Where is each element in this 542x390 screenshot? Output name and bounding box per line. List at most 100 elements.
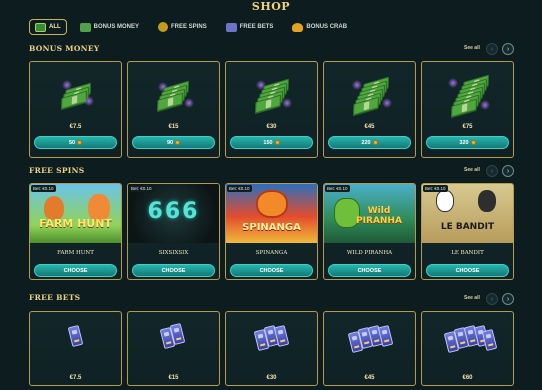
tab-all[interactable]: ALL [29,19,67,35]
next-arrow-button[interactable]: › [502,165,514,177]
chevron-right-icon: › [506,295,510,303]
free-spin-game-card[interactable]: 666 Bet: €0.10 SIXSIXSIX CHOOSE [127,183,220,280]
free-spin-game-card[interactable]: SPINANGA Bet: €0.10 SPINANGA CHOOSE [225,183,318,280]
game-name: FARM HUNT [57,250,94,256]
prev-arrow-button[interactable]: ‹ [486,293,498,305]
free-bet-card[interactable]: €15 [127,311,220,386]
price-label: €7.5 [69,124,82,130]
game-logo: 666 [147,199,200,224]
game-logo: SPINANGA [242,222,301,233]
price-label: €30 [266,124,277,130]
free-bet-card[interactable]: €30 [225,311,318,386]
choose-button[interactable]: CHOOSE [132,264,215,277]
cost-value: 220 [361,139,371,146]
money-stack-icon [250,76,294,114]
free-bet-card[interactable]: €60 [421,311,514,386]
price-label: €7.5 [69,375,82,381]
free-spin-game-card[interactable]: Wild PIRANHA Bet: €0.10 WILD PIRANHA CHO… [323,183,416,280]
price-label: €15 [168,124,179,130]
prev-arrow-button[interactable]: ‹ [486,165,498,177]
bonus-money-card[interactable]: €45 220 [323,61,416,158]
price-label: €30 [266,375,277,381]
money-stack-icon [348,76,392,116]
game-thumbnail-sixsixsix: 666 [128,184,219,243]
buy-button[interactable]: 90 [132,136,215,149]
bonus-money-cards: €7.5 50 €15 90 €30 150 €45 220 €75 320 [29,61,514,158]
buy-button[interactable]: 50 [34,136,117,149]
chevron-right-icon: › [506,167,510,175]
see-all-link[interactable]: See all [464,167,480,173]
bet-ticket-icon [225,22,237,32]
buy-button[interactable]: 320 [426,136,509,149]
next-arrow-button[interactable]: › [502,43,514,55]
bet-badge: Bet: €0.10 [31,185,56,192]
page-title: SHOP [251,0,291,13]
game-name: WILD PIRANHA [346,250,393,256]
free-spin-game-card[interactable]: FARM HUNT Bet: €0.10 FARM HUNT CHOOSE [29,183,122,280]
money-stack-icon [35,22,46,32]
tab-bonus-crab[interactable]: BONUS CRAB [286,19,353,35]
tab-label: BONUS CRAB [306,24,348,30]
game-name: LE BANDIT [451,250,484,256]
free-bets-cards: €7.5 €15 €30 €45 €60 [29,311,514,386]
see-all-link[interactable]: See all [464,45,480,51]
price-label: €60 [462,375,473,381]
bonus-money-card[interactable]: €7.5 50 [29,61,122,158]
choose-button[interactable]: CHOOSE [328,264,411,277]
spin-coin-icon [158,22,169,32]
section-title-free-bets: FREE BETS [29,293,81,302]
cost-value: 150 [263,139,273,146]
cost-value: 320 [459,139,469,146]
bonus-money-card[interactable]: €15 90 [127,61,220,158]
tab-free-spins[interactable]: FREE SPINS [152,19,213,35]
choose-button[interactable]: CHOOSE [34,264,117,277]
buy-button[interactable]: 220 [328,136,411,149]
cash-icon [79,22,91,32]
game-name: SIXSIXSIX [158,250,189,256]
bet-badge: Bet: €0.10 [227,185,252,192]
chevron-left-icon: ‹ [490,45,494,53]
free-bet-card[interactable]: €45 [323,311,416,386]
bet-badge: Bet: €0.10 [325,185,350,192]
price-label: €75 [462,124,473,130]
game-name: SPINANGA [255,250,288,256]
crab-claw-icon [292,22,304,32]
tab-label: FREE BETS [239,24,274,30]
section-title-bonus-money: BONUS MONEY [29,44,100,53]
choose-button[interactable]: CHOOSE [426,264,509,277]
coin-icon [372,140,378,145]
tab-label: BONUS MONEY [93,24,140,30]
section-title-free-spins: FREE SPINS [29,166,85,175]
free-spin-game-card[interactable]: LE BANDIT Bet: €0.10 LE BANDIT CHOOSE [421,183,514,280]
see-all-link[interactable]: See all [464,295,480,301]
cost-value: 90 [166,139,174,146]
tab-label: FREE SPINS [171,24,207,30]
free-bet-card[interactable]: €7.5 [29,311,122,386]
cost-value: 50 [68,139,76,146]
bonus-money-card[interactable]: €75 320 [421,61,514,158]
money-stack-icon [54,76,98,112]
bet-badge: Bet: €0.10 [129,185,154,192]
next-arrow-button[interactable]: › [502,293,514,305]
choose-button[interactable]: CHOOSE [230,264,313,277]
game-logo: FARM HUNT [39,217,112,230]
game-thumbnail-farm-hunt: FARM HUNT [30,184,121,243]
bet-badge: Bet: €0.10 [423,185,448,192]
coin-icon [77,140,83,145]
coin-icon [274,140,280,145]
category-tabs: ALL BONUS MONEY FREE SPINS FREE BETS BON… [29,19,353,35]
prev-arrow-button[interactable]: ‹ [486,43,498,55]
price-label: €15 [168,375,179,381]
game-thumbnail-le-bandit: LE BANDIT [422,184,513,243]
money-stack-icon [446,74,490,118]
chevron-left-icon: ‹ [490,167,494,175]
coin-icon [470,140,476,145]
price-label: €45 [364,124,375,130]
buy-button[interactable]: 150 [230,136,313,149]
tab-bonus-money[interactable]: BONUS MONEY [74,19,145,35]
tab-free-bets[interactable]: FREE BETS [220,19,280,35]
game-thumbnail-spinanga: SPINANGA [226,184,317,243]
game-thumbnail-wild-piranha: Wild PIRANHA [324,184,415,243]
free-spins-cards: FARM HUNT Bet: €0.10 FARM HUNT CHOOSE 66… [29,183,514,280]
bonus-money-card[interactable]: €30 150 [225,61,318,158]
